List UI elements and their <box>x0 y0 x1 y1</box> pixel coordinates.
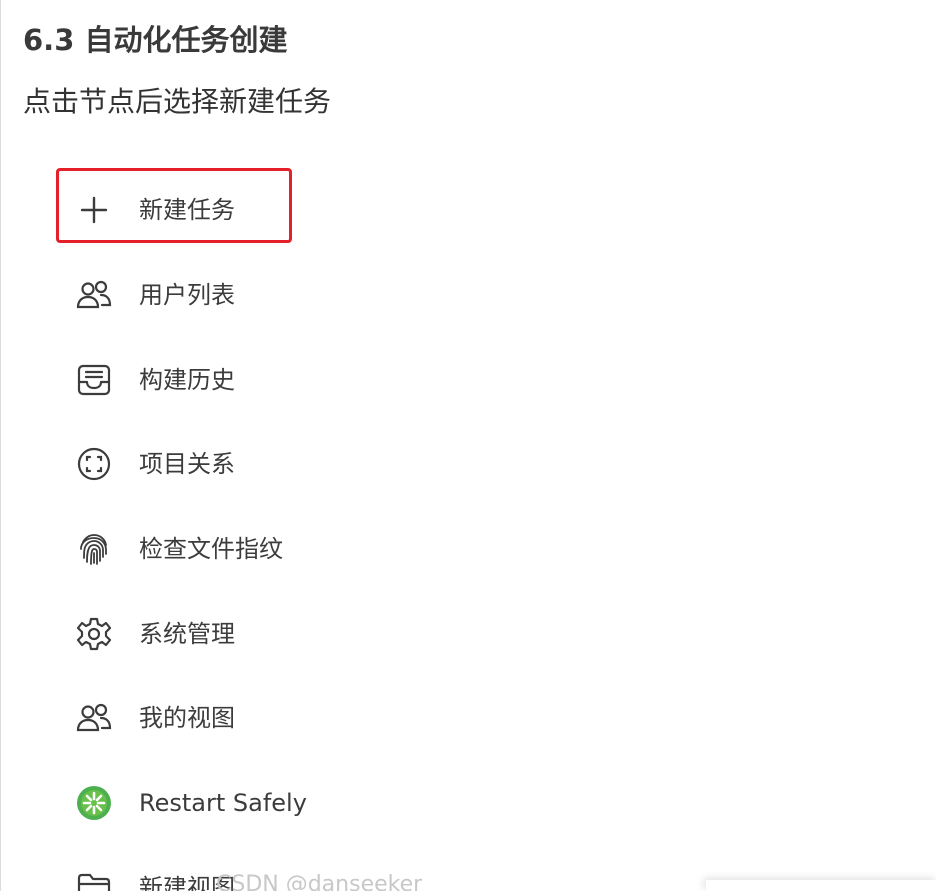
menu-item-label: Restart Safely <box>139 789 307 818</box>
focus-circle-icon <box>75 445 113 483</box>
menu-item-new-task[interactable]: 新建任务 <box>61 168 541 253</box>
watermark: CSDN @danseeker <box>216 872 423 891</box>
menu-item-user-list[interactable]: 用户列表 <box>61 253 541 338</box>
menu-item-system-admin[interactable]: 系统管理 <box>61 591 541 676</box>
fingerprint-icon <box>75 530 113 568</box>
document-page: 6.3 自动化任务创建 点击节点后选择新建任务 新建任务 用户列表 构建历史 项… <box>0 0 936 891</box>
menu-item-label: 新建任务 <box>139 196 235 225</box>
context-menu: 新建任务 用户列表 构建历史 项目关系 检查文件指纹 系统管理 我的视图 Res… <box>61 168 541 891</box>
gear-icon <box>75 615 113 653</box>
menu-item-label: 用户列表 <box>139 281 235 310</box>
inbox-icon <box>75 361 113 399</box>
menu-item-build-history[interactable]: 构建历史 <box>61 337 541 422</box>
section-description: 点击节点后选择新建任务 <box>23 85 332 118</box>
menu-item-project-relation[interactable]: 项目关系 <box>61 422 541 507</box>
menu-item-label: 我的视图 <box>139 704 235 733</box>
menu-item-label: 项目关系 <box>139 450 235 479</box>
menu-item-label: 构建历史 <box>139 365 235 394</box>
menu-item-fingerprint[interactable]: 检查文件指纹 <box>61 507 541 592</box>
floating-panel-edge <box>706 880 936 891</box>
users-icon <box>75 699 113 737</box>
section-title: 6.3 自动化任务创建 <box>23 23 288 57</box>
menu-item-restart-safely[interactable]: Restart Safely <box>61 761 541 846</box>
restart-safely-icon <box>75 784 113 822</box>
menu-item-my-views[interactable]: 我的视图 <box>61 676 541 761</box>
users-icon <box>75 276 113 314</box>
menu-item-label: 检查文件指纹 <box>139 535 283 564</box>
folder-icon <box>75 869 113 891</box>
plus-icon <box>75 191 113 229</box>
menu-item-label: 系统管理 <box>139 619 235 648</box>
